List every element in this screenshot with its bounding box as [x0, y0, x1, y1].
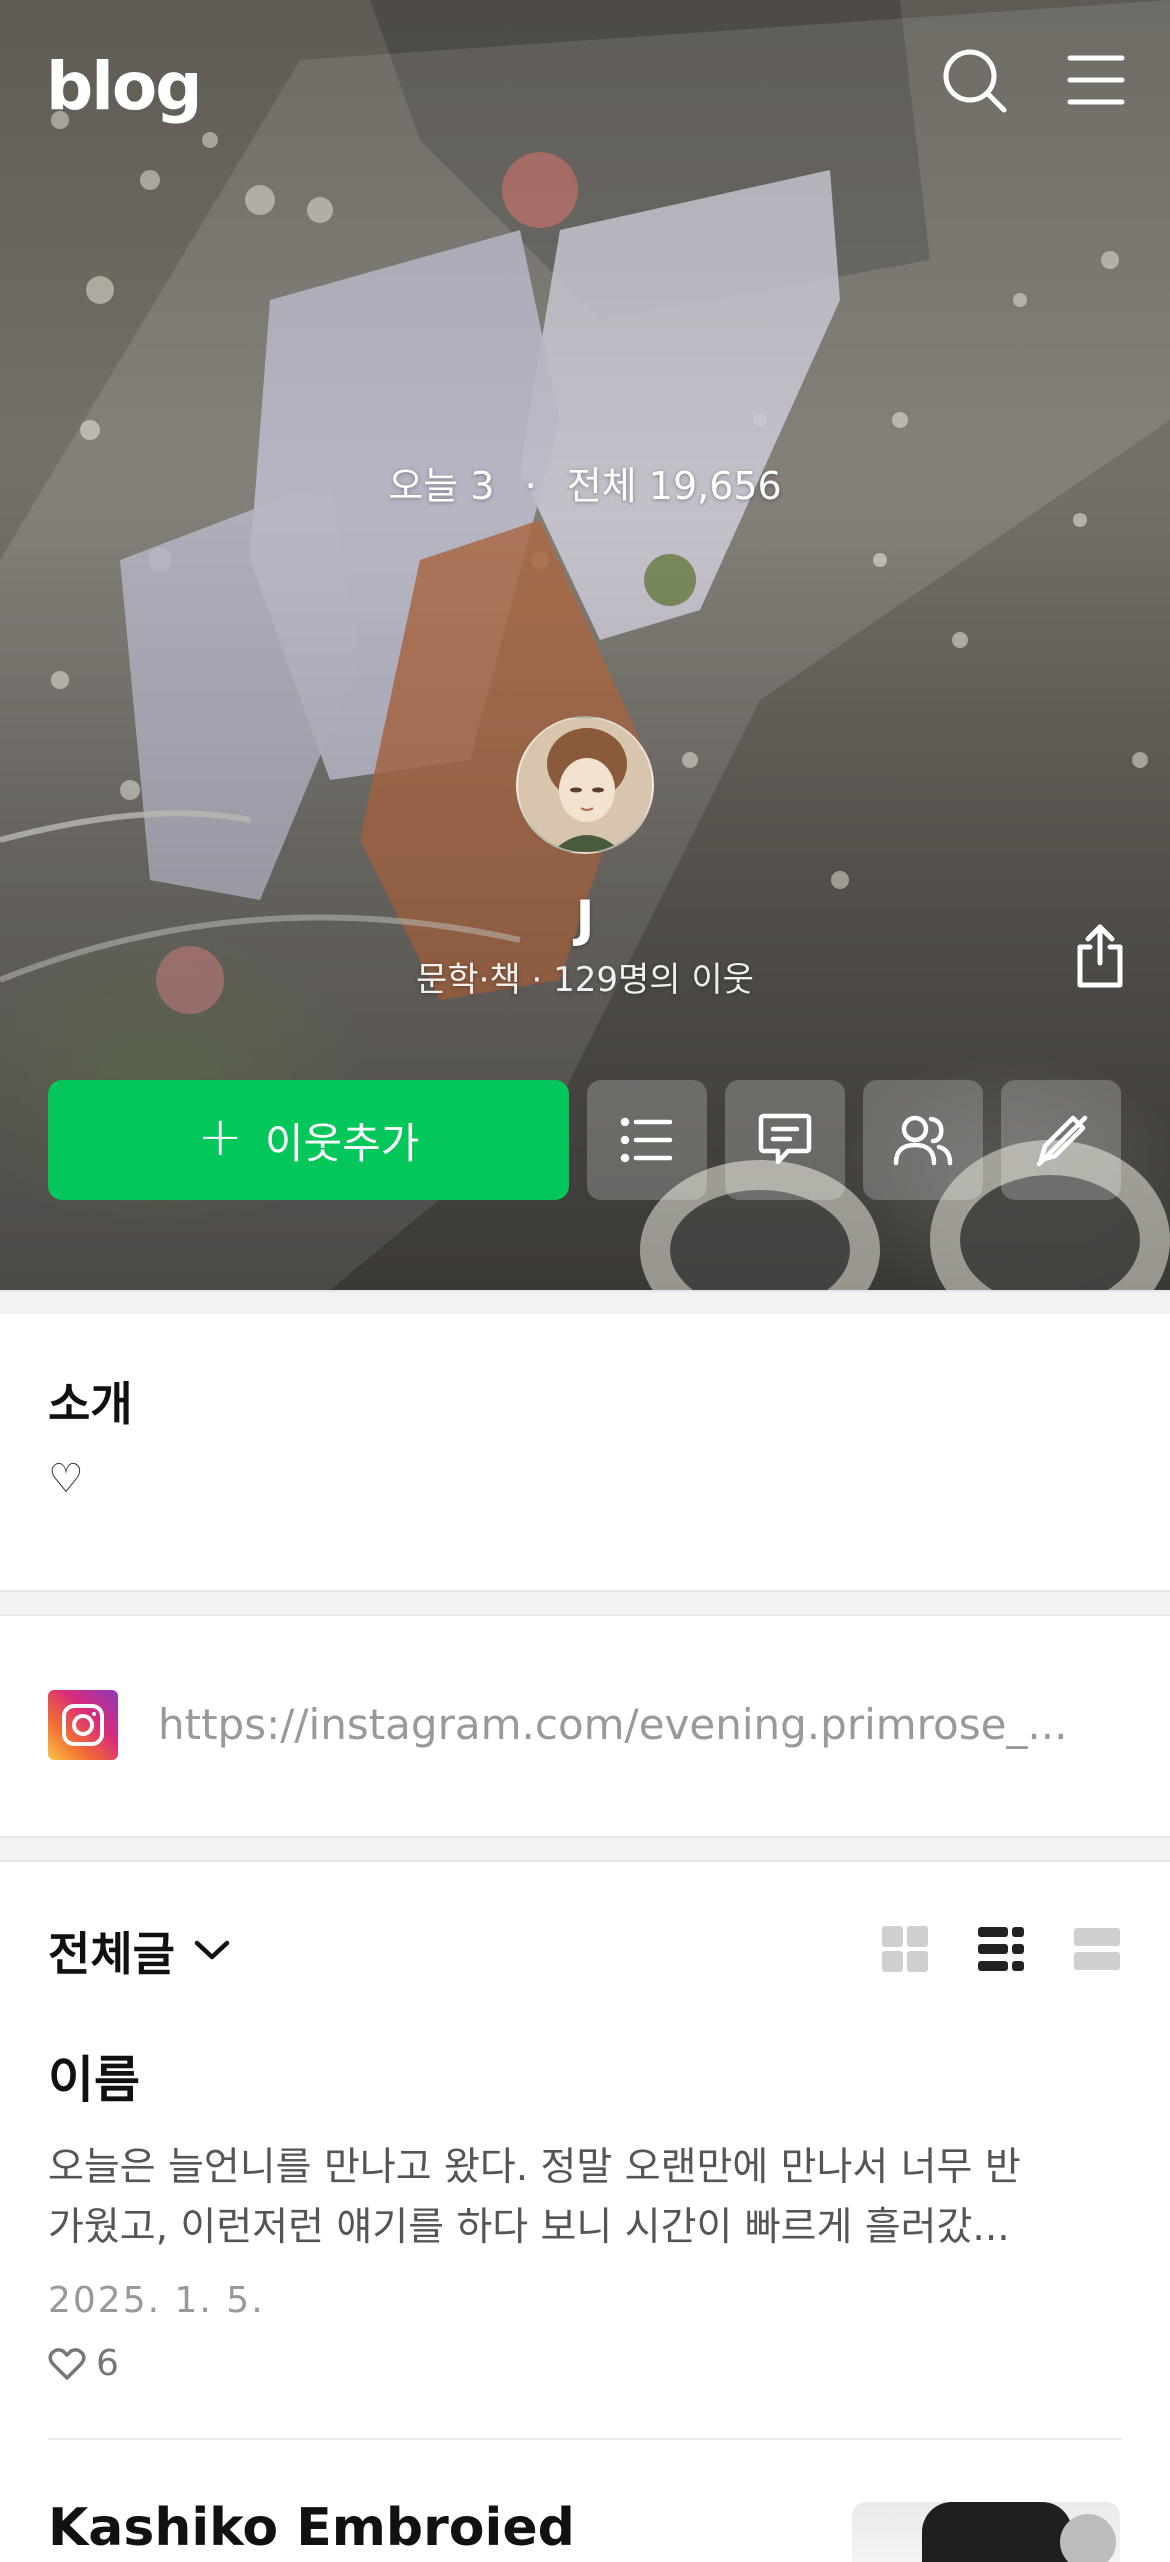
section-gap [0, 1290, 1170, 1316]
intro-title: 소개 [48, 1377, 133, 1431]
menu-icon[interactable] [1060, 44, 1132, 116]
card-list-view-icon[interactable] [976, 1924, 1026, 1974]
plus-icon: + [197, 1105, 243, 1168]
sns-section: https://instagram.com/evening.primrose_.… [0, 1616, 1170, 1836]
profile-actions: + 이웃추가 [48, 1080, 1122, 1200]
edit-disabled-icon[interactable] [1001, 1080, 1121, 1200]
post-excerpt-line: 가웠고, 이런저런 얘기를 하다 보니 시간이 빠르게 흘러갔... [48, 2205, 1010, 2250]
category-dropdown[interactable]: 전체글 [48, 1918, 231, 1984]
category-label: 전체글 [48, 1927, 175, 1981]
total-label: 전체 [566, 464, 637, 508]
add-neighbor-label: 이웃추가 [264, 1118, 420, 1168]
post-item[interactable]: 이름 오늘은 늘언니를 만나고 왔다. 정말 오랜만에 만나서 너무 반 가웠고… [48, 2040, 1122, 2384]
posts-section: 전체글 이름 오늘은 늘언니를 만나고 왔다. 정말 오랜만에 만나서 너무 반 [0, 1862, 1170, 2562]
post-divider [48, 2438, 1122, 2440]
blog-meta[interactable]: 문학·책 · 129명의 이웃 [0, 952, 1170, 1001]
like-count: 6 [96, 2343, 119, 2384]
heart-icon [48, 2347, 86, 2380]
intro-text: ♡ [48, 1456, 84, 1502]
neighbors-icon[interactable] [863, 1080, 983, 1200]
post-thumbnail[interactable] [852, 2502, 1120, 2562]
search-icon[interactable] [938, 44, 1010, 116]
total-count: 19,656 [648, 464, 782, 508]
view-mode-switch [880, 1924, 1122, 1974]
grid-view-icon[interactable] [880, 1924, 930, 1974]
post-likes[interactable]: 6 [48, 2343, 1122, 2384]
instagram-icon[interactable] [48, 1690, 118, 1760]
blog-name: J [575, 890, 595, 948]
avatar[interactable] [516, 716, 654, 854]
share-icon[interactable] [1064, 920, 1136, 992]
intro-section: 소개 ♡ [0, 1314, 1170, 1590]
post-title[interactable]: Kashiko Embroied [48, 2498, 575, 2558]
post-excerpt[interactable]: 오늘은 늘언니를 만나고 왔다. 정말 오랜만에 만나서 너무 반 가웠고, 이… [48, 2138, 1122, 2258]
thumbnail-image [922, 2502, 1072, 2562]
blog-logo[interactable]: blog [46, 48, 202, 125]
today-label: 오늘 [388, 464, 459, 508]
chevron-down-icon [194, 1940, 230, 1960]
instagram-link[interactable]: https://instagram.com/evening.primrose_.… [158, 1700, 1078, 1749]
section-gap [0, 1590, 1170, 1616]
list-view-icon[interactable] [1072, 1924, 1122, 1974]
post-excerpt-line: 오늘은 늘언니를 만나고 왔다. 정말 오랜만에 만나서 너무 반 [48, 2145, 1021, 2190]
thumbnail-badge [1060, 2514, 1116, 2562]
visitor-count: 오늘 3 · 전체 19,656 [0, 455, 1170, 510]
comment-icon[interactable] [725, 1080, 845, 1200]
today-count: 3 [470, 464, 495, 508]
post-title[interactable]: 이름 [48, 2040, 1122, 2112]
visitor-separator: · [524, 464, 537, 508]
add-neighbor-button[interactable]: + 이웃추가 [48, 1080, 569, 1200]
section-gap [0, 1836, 1170, 1862]
blog-cover: blog 오늘 3 · 전체 19,656 J 문학·책 · 129명의 이웃 … [0, 0, 1170, 1290]
post-date: 2025. 1. 5. [48, 2280, 265, 2321]
list-icon[interactable] [587, 1080, 707, 1200]
